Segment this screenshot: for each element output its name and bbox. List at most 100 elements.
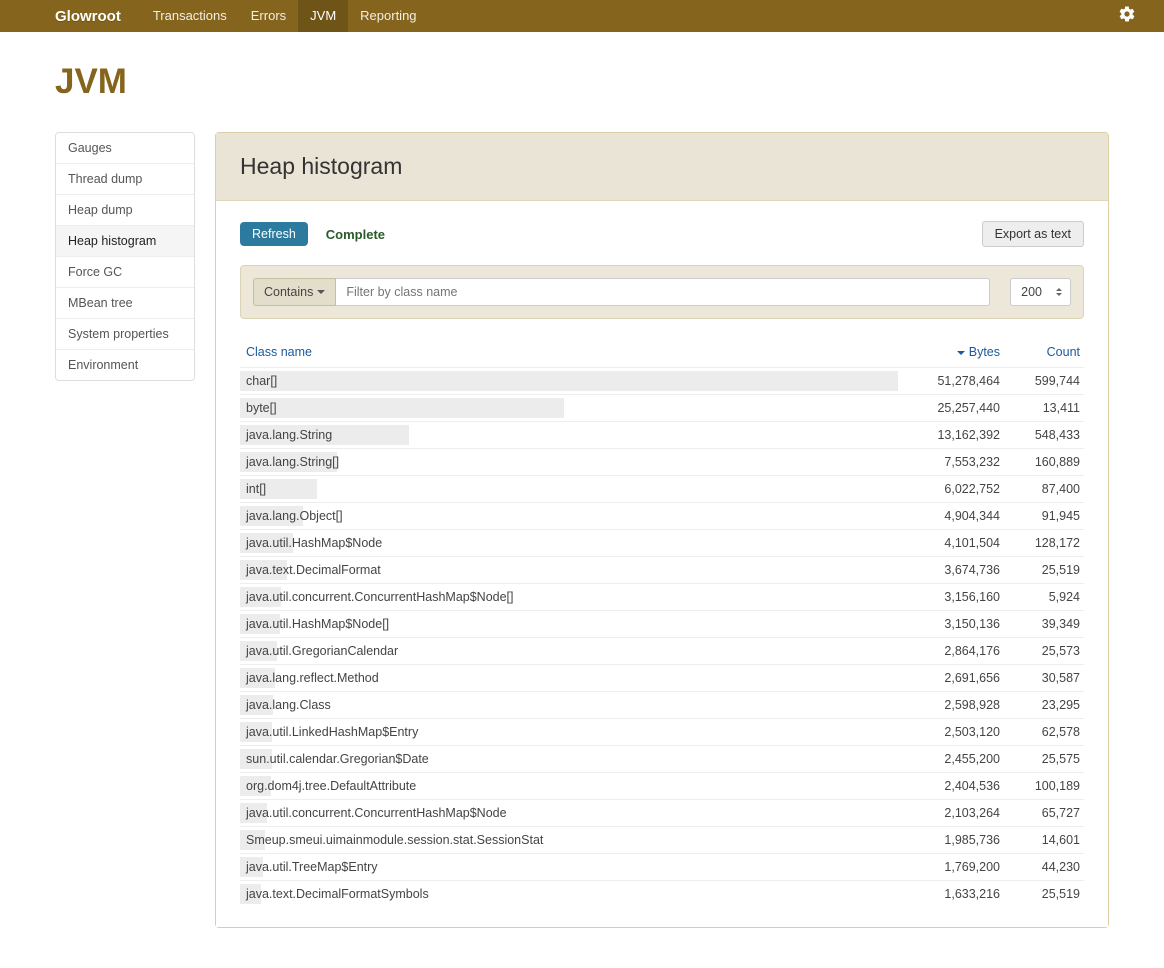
nav-item-reporting[interactable]: Reporting bbox=[348, 0, 428, 32]
cell-bytes: 3,674,736 bbox=[890, 563, 1000, 577]
cell-class-name: java.util.concurrent.ConcurrentHashMap$N… bbox=[244, 590, 890, 604]
cell-bytes: 2,864,176 bbox=[890, 644, 1000, 658]
cell-bytes: 2,455,200 bbox=[890, 752, 1000, 766]
cell-count: 44,230 bbox=[1000, 860, 1080, 874]
cell-class-name: java.util.HashMap$Node bbox=[244, 536, 890, 550]
cell-bytes: 3,156,160 bbox=[890, 590, 1000, 604]
cell-count: 5,924 bbox=[1000, 590, 1080, 604]
sidebar: GaugesThread dumpHeap dumpHeap histogram… bbox=[55, 132, 195, 381]
panel-title: Heap histogram bbox=[240, 153, 1084, 180]
cell-bytes: 2,503,120 bbox=[890, 725, 1000, 739]
panel-header: Heap histogram bbox=[216, 133, 1108, 201]
col-header-count[interactable]: Count bbox=[1000, 345, 1080, 359]
sidebar-item-system-properties[interactable]: System properties bbox=[56, 319, 194, 350]
table-row: java.text.DecimalFormat3,674,73625,519 bbox=[240, 556, 1084, 583]
cell-count: 13,411 bbox=[1000, 401, 1080, 415]
cell-class-name: java.text.DecimalFormatSymbols bbox=[244, 887, 890, 901]
table-row: int[]6,022,75287,400 bbox=[240, 475, 1084, 502]
nav-item-transactions[interactable]: Transactions bbox=[141, 0, 239, 32]
cell-class-name: sun.util.calendar.Gregorian$Date bbox=[244, 752, 890, 766]
cell-class-name: org.dom4j.tree.DefaultAttribute bbox=[244, 779, 890, 793]
col-header-class-name[interactable]: Class name bbox=[244, 345, 890, 359]
sidebar-item-thread-dump[interactable]: Thread dump bbox=[56, 164, 194, 195]
sidebar-item-force-gc[interactable]: Force GC bbox=[56, 257, 194, 288]
limit-select[interactable]: 200 bbox=[1010, 278, 1071, 306]
table-row: byte[]25,257,44013,411 bbox=[240, 394, 1084, 421]
cell-bytes: 1,633,216 bbox=[890, 887, 1000, 901]
nav-item-jvm[interactable]: JVM bbox=[298, 0, 348, 32]
table-row: char[]51,278,464599,744 bbox=[240, 367, 1084, 394]
cell-class-name: int[] bbox=[244, 482, 890, 496]
cell-bytes: 7,553,232 bbox=[890, 455, 1000, 469]
cell-class-name: java.text.DecimalFormat bbox=[244, 563, 890, 577]
table-row: java.text.DecimalFormatSymbols1,633,2162… bbox=[240, 880, 1084, 907]
limit-value: 200 bbox=[1021, 285, 1042, 299]
cell-class-name: java.util.GregorianCalendar bbox=[244, 644, 890, 658]
cell-count: 39,349 bbox=[1000, 617, 1080, 631]
table-row: java.util.concurrent.ConcurrentHashMap$N… bbox=[240, 799, 1084, 826]
cell-bytes: 2,691,656 bbox=[890, 671, 1000, 685]
cell-count: 65,727 bbox=[1000, 806, 1080, 820]
cell-count: 62,578 bbox=[1000, 725, 1080, 739]
cell-class-name: java.lang.Class bbox=[244, 698, 890, 712]
cell-count: 30,587 bbox=[1000, 671, 1080, 685]
col-header-bytes[interactable]: Bytes bbox=[890, 345, 1000, 359]
cell-count: 91,945 bbox=[1000, 509, 1080, 523]
sidebar-item-heap-dump[interactable]: Heap dump bbox=[56, 195, 194, 226]
nav-item-errors[interactable]: Errors bbox=[239, 0, 298, 32]
cell-count: 25,575 bbox=[1000, 752, 1080, 766]
cell-class-name: char[] bbox=[244, 374, 890, 388]
caret-down-icon bbox=[317, 290, 325, 294]
cell-class-name: java.util.HashMap$Node[] bbox=[244, 617, 890, 631]
cell-class-name: java.lang.reflect.Method bbox=[244, 671, 890, 685]
cell-bytes: 2,404,536 bbox=[890, 779, 1000, 793]
filter-mode-label: Contains bbox=[264, 285, 313, 299]
heap-table: Class name Bytes Count char[]51,278,4645… bbox=[240, 335, 1084, 907]
cell-class-name: java.lang.String[] bbox=[244, 455, 890, 469]
sidebar-item-mbean-tree[interactable]: MBean tree bbox=[56, 288, 194, 319]
cell-bytes: 1,985,736 bbox=[890, 833, 1000, 847]
cell-bytes: 25,257,440 bbox=[890, 401, 1000, 415]
table-row: java.lang.String13,162,392548,433 bbox=[240, 421, 1084, 448]
table-row: java.util.HashMap$Node4,101,504128,172 bbox=[240, 529, 1084, 556]
refresh-button[interactable]: Refresh bbox=[240, 222, 308, 246]
filter-mode-dropdown[interactable]: Contains bbox=[253, 278, 336, 306]
filter-bar: Contains 200 bbox=[240, 265, 1084, 319]
cell-count: 599,744 bbox=[1000, 374, 1080, 388]
table-row: java.lang.String[]7,553,232160,889 bbox=[240, 448, 1084, 475]
settings-gear-icon[interactable] bbox=[1110, 5, 1144, 28]
table-row: java.lang.reflect.Method2,691,65630,587 bbox=[240, 664, 1084, 691]
table-row: java.lang.Class2,598,92823,295 bbox=[240, 691, 1084, 718]
table-row: java.util.TreeMap$Entry1,769,20044,230 bbox=[240, 853, 1084, 880]
table-row: Smeup.smeui.uimainmodule.session.stat.Se… bbox=[240, 826, 1084, 853]
cell-class-name: byte[] bbox=[244, 401, 890, 415]
table-row: java.util.HashMap$Node[]3,150,13639,349 bbox=[240, 610, 1084, 637]
cell-count: 160,889 bbox=[1000, 455, 1080, 469]
sidebar-item-environment[interactable]: Environment bbox=[56, 350, 194, 380]
cell-bytes: 4,101,504 bbox=[890, 536, 1000, 550]
table-row: java.lang.Object[]4,904,34491,945 bbox=[240, 502, 1084, 529]
export-button[interactable]: Export as text bbox=[982, 221, 1084, 247]
cell-bytes: 2,103,264 bbox=[890, 806, 1000, 820]
main-panel: Heap histogram Refresh Complete Export a… bbox=[215, 132, 1109, 928]
cell-class-name: java.util.TreeMap$Entry bbox=[244, 860, 890, 874]
cell-bytes: 13,162,392 bbox=[890, 428, 1000, 442]
cell-bytes: 4,904,344 bbox=[890, 509, 1000, 523]
cell-bytes: 3,150,136 bbox=[890, 617, 1000, 631]
cell-count: 548,433 bbox=[1000, 428, 1080, 442]
cell-bytes: 2,598,928 bbox=[890, 698, 1000, 712]
filter-input[interactable] bbox=[336, 278, 990, 306]
cell-count: 25,573 bbox=[1000, 644, 1080, 658]
sidebar-item-heap-histogram[interactable]: Heap histogram bbox=[56, 226, 194, 257]
sort-arrows-icon bbox=[1056, 288, 1062, 296]
table-row: java.util.GregorianCalendar2,864,17625,5… bbox=[240, 637, 1084, 664]
table-row: sun.util.calendar.Gregorian$Date2,455,20… bbox=[240, 745, 1084, 772]
cell-class-name: java.lang.String bbox=[244, 428, 890, 442]
table-row: java.util.concurrent.ConcurrentHashMap$N… bbox=[240, 583, 1084, 610]
cell-count: 128,172 bbox=[1000, 536, 1080, 550]
cell-count: 23,295 bbox=[1000, 698, 1080, 712]
cell-count: 87,400 bbox=[1000, 482, 1080, 496]
cell-bytes: 1,769,200 bbox=[890, 860, 1000, 874]
table-header: Class name Bytes Count bbox=[240, 335, 1084, 367]
sidebar-item-gauges[interactable]: Gauges bbox=[56, 133, 194, 164]
